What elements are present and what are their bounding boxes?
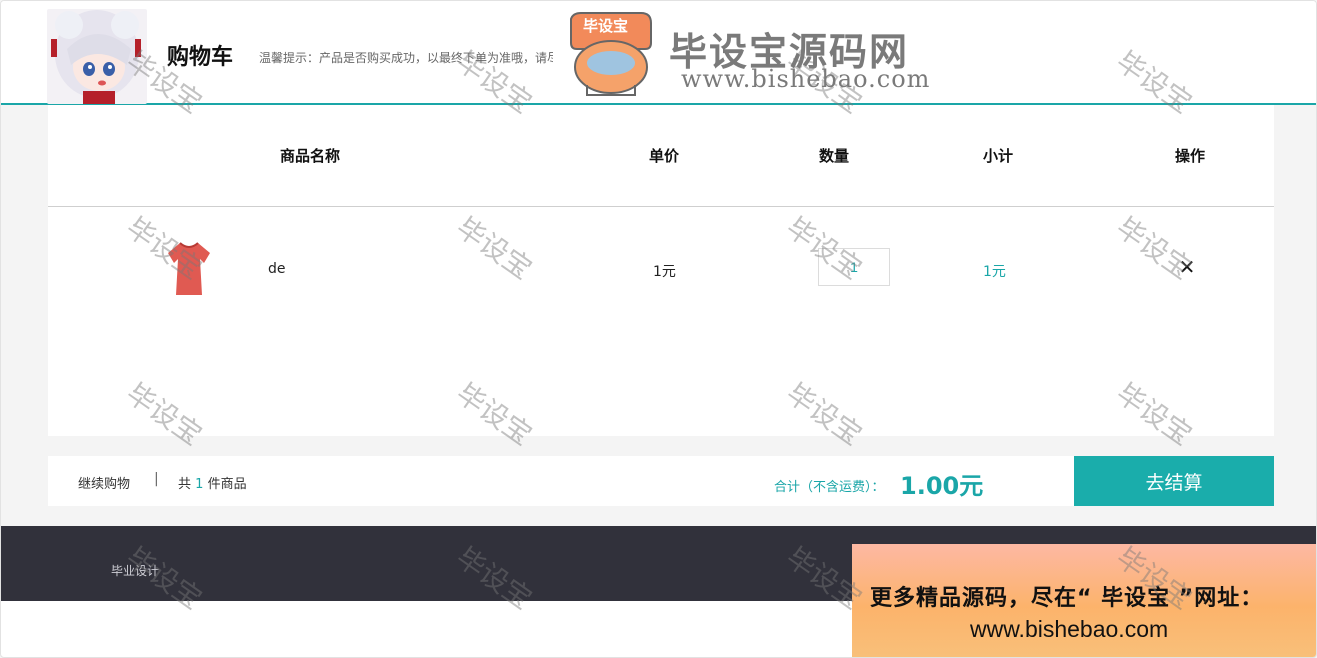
column-header-price: 单价 — [648, 147, 679, 165]
promo-headline: 更多精品源码，尽在“ 毕设宝 ”网址： — [870, 586, 1264, 611]
column-header-name: 商品名称 — [279, 147, 340, 165]
footer-link-graduation-design[interactable]: 毕业设计 — [111, 562, 159, 579]
table-header: 商品名称 单价 数量 小计 操作 — [48, 105, 1274, 207]
quantity-input[interactable] — [818, 248, 890, 286]
product-image[interactable] — [166, 239, 212, 297]
anime-avatar-image — [47, 9, 147, 104]
page: 购物车 温馨提示：产品是否购买成功，以最终下单为准哦，请尽快结算 毕设宝 毕设宝… — [0, 0, 1317, 658]
product-subtotal: 1元 — [983, 264, 1006, 280]
table-row: de 1元 1元 ✕ — [48, 207, 1274, 327]
cart-summary: 继续购物 | 共 1 件商品 合计（不含运费）： 1.00元 去结算 — [48, 456, 1274, 506]
continue-shopping-link[interactable]: 继续购物 — [78, 473, 130, 492]
summary-divider: | — [154, 471, 159, 487]
product-price: 1元 — [653, 264, 676, 280]
item-count: 共 1 件商品 — [178, 473, 247, 492]
avatar — [47, 9, 147, 104]
item-count-prefix: 共 — [178, 477, 192, 492]
column-header-quantity: 数量 — [818, 147, 849, 165]
column-header-action: 操作 — [1174, 147, 1205, 165]
close-icon[interactable]: ✕ — [1176, 256, 1198, 278]
column-header-subtotal: 小计 — [982, 147, 1013, 165]
brand-url: www.bishebao.com — [681, 65, 931, 93]
total-label: 合计（不含运费）： — [774, 480, 885, 495]
product-name[interactable]: de — [268, 261, 286, 277]
item-count-suffix: 件商品 — [207, 477, 247, 492]
cart-table: 商品名称 单价 数量 小计 操作 de 1元 1元 ✕ — [48, 105, 1274, 436]
promo-banner: 更多精品源码，尽在“ 毕设宝 ”网址： www.bishebao.com — [852, 544, 1316, 657]
cart-tip: 温馨提示：产品是否购买成功，以最终下单为准哦，请尽快结算 — [259, 51, 596, 65]
promo-url: www.bishebao.com — [970, 616, 1169, 642]
brand-badge-text: 毕设宝 — [583, 17, 629, 35]
page-title: 购物车 — [167, 45, 234, 70]
cart-section: 商品名称 单价 数量 小计 操作 de 1元 1元 ✕ 继续购物 | — [1, 105, 1316, 526]
item-count-number: 1 — [195, 477, 204, 492]
brand-watermark: 毕设宝 毕设宝源码网 www.bishebao.com — [553, 3, 945, 103]
total-value: 1.00元 — [900, 472, 984, 500]
checkout-button[interactable]: 去结算 — [1074, 456, 1274, 506]
header: 购物车 温馨提示：产品是否购买成功，以最终下单为准哦，请尽快结算 毕设宝 毕设宝… — [1, 1, 1316, 105]
